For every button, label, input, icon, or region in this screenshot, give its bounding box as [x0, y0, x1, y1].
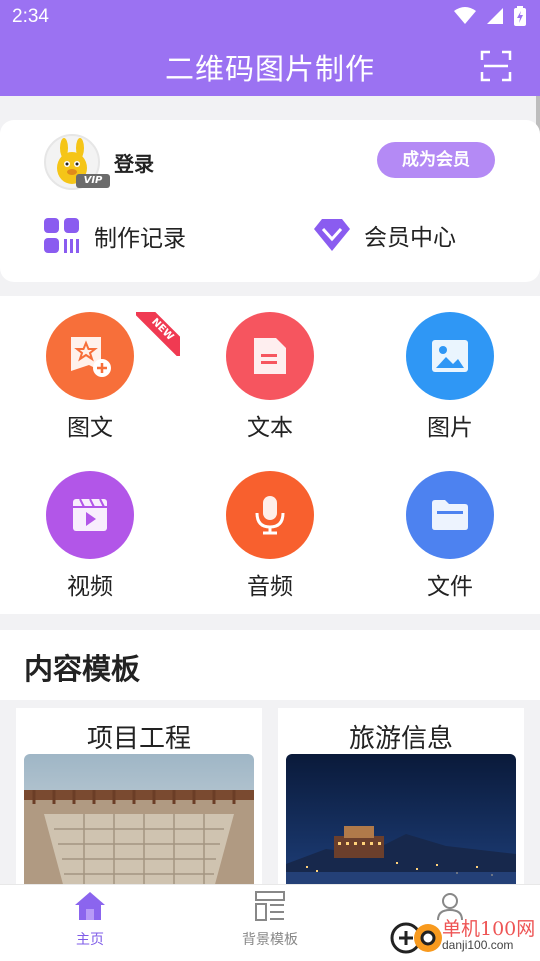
status-bar: 2:34: [0, 0, 540, 36]
tab-home[interactable]: 主页: [30, 891, 150, 949]
new-ribbon: NEW: [136, 312, 180, 356]
text-circle: [226, 312, 314, 400]
tile-label: 图文: [67, 415, 113, 441]
status-icons: [454, 6, 526, 26]
member-center-label: 会员中心: [364, 225, 456, 251]
tile-label: 文本: [247, 415, 293, 441]
template-image-construction: [24, 754, 254, 888]
section-title: 内容模板: [24, 652, 141, 686]
file-circle: [406, 471, 494, 559]
member-center-link[interactable]: 会员中心: [314, 218, 456, 252]
image-text-circle: [46, 312, 134, 400]
grid-record-icon: [44, 218, 79, 253]
watermark-line1: 单机100网: [442, 918, 536, 940]
layout-template-icon: [255, 891, 285, 921]
audio-circle: [226, 471, 314, 559]
tile-label: 图片: [427, 415, 473, 441]
tab-label: 主页: [76, 932, 104, 948]
template-title: 旅游信息: [348, 724, 453, 754]
tab-label: 背景模板: [242, 932, 298, 948]
tile-picture[interactable]: 图片: [385, 312, 515, 442]
home-icon: [75, 892, 105, 920]
folder-icon: [432, 500, 468, 530]
template-title: 项目工程: [86, 724, 191, 754]
diamond-icon: [314, 219, 350, 251]
login-link[interactable]: 登录: [114, 148, 154, 177]
palace-night-photo: [286, 754, 516, 888]
content-section-header: 内容模板: [0, 630, 540, 700]
tile-label: 文件: [427, 574, 473, 600]
watermark-line2: danji100.com: [442, 938, 514, 952]
picture-icon: [432, 340, 468, 372]
construction-photo: [24, 754, 254, 888]
app-title: 二维码图片制作: [164, 52, 375, 86]
tab-background-templates[interactable]: 背景模板: [210, 891, 330, 949]
record-label: 制作记录: [94, 226, 186, 252]
tile-file[interactable]: 文件: [385, 471, 515, 601]
user-card: VIP 登录 成为会员 制作记录 会员中心: [0, 120, 540, 282]
video-circle: [46, 471, 134, 559]
battery-icon: [514, 6, 526, 26]
vip-badge: VIP: [76, 174, 110, 188]
tile-label: 音频: [247, 574, 293, 600]
app-bar: 二维码图片制作: [0, 36, 540, 96]
record-link[interactable]: 制作记录: [44, 218, 186, 254]
new-ribbon-text: NEW: [136, 312, 180, 356]
signal-icon: [487, 8, 503, 24]
microphone-icon: [255, 496, 285, 535]
video-icon: [73, 498, 107, 531]
become-member-button[interactable]: 成为会员: [377, 142, 495, 178]
watermark-logo: 单机100网 danji100.com: [390, 912, 540, 960]
template-card-travel[interactable]: 旅游信息: [278, 708, 524, 888]
danji-logo-icon: [390, 922, 442, 954]
template-image-travel: [286, 754, 516, 888]
picture-circle: [406, 312, 494, 400]
tile-audio[interactable]: 音频: [205, 471, 335, 601]
tile-text[interactable]: 文本: [205, 312, 335, 442]
scan-icon[interactable]: [480, 50, 512, 82]
document-icon: [254, 338, 286, 374]
tile-label: 视频: [67, 574, 113, 600]
status-time: 2:34: [12, 6, 49, 27]
wifi-icon: [454, 7, 476, 24]
image-text-icon: [71, 337, 111, 377]
tile-video[interactable]: 视频: [25, 471, 155, 601]
template-card-project[interactable]: 项目工程: [16, 708, 262, 888]
